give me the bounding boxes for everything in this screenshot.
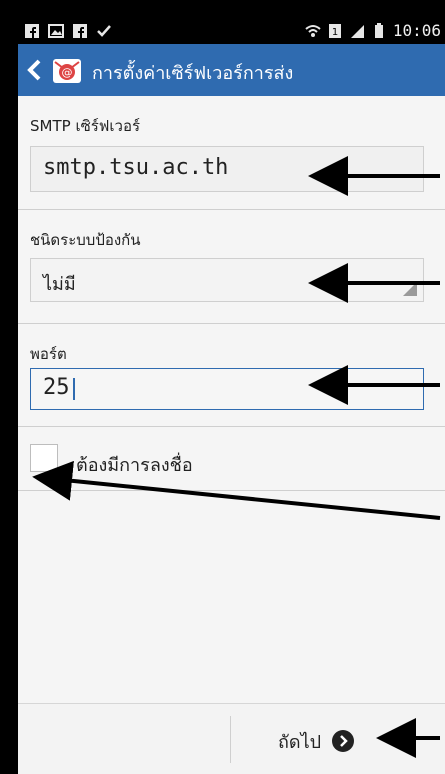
smtp-server-input[interactable]: smtp.tsu.ac.th [30, 146, 424, 192]
smtp-server-label: SMTP เซิร์ฟเวอร์ [30, 117, 141, 135]
divider [18, 323, 445, 324]
page-title: การตั้งค่าเซิร์ฟเวอร์การส่ง [92, 63, 294, 84]
port-label: พอร์ต [30, 345, 67, 363]
next-button-label: ถัดไป [278, 731, 322, 753]
device-frame: 1 10:06 @ การตั้งค่าเซิร์ฟเวอร์การส่ง SM… [0, 0, 445, 774]
image-icon [48, 23, 64, 39]
require-signin-checkbox[interactable] [30, 444, 58, 472]
chevron-left-icon [27, 59, 41, 81]
require-signin-label: ต้องมีการลงชื่อ [76, 455, 193, 476]
status-bar: 1 10:06 [18, 18, 445, 44]
system-icons: 1 10:06 [305, 21, 441, 40]
port-value: 25 [43, 375, 70, 400]
smtp-server-value: smtp.tsu.ac.th [43, 155, 229, 180]
status-time: 10:06 [392, 21, 441, 40]
port-input[interactable]: 25 [30, 368, 424, 410]
divider [18, 490, 445, 491]
bottom-bar: ถัดไป [18, 703, 445, 774]
text-cursor [73, 378, 75, 400]
screen: 1 10:06 @ การตั้งค่าเซิร์ฟเวอร์การส่ง SM… [18, 18, 445, 774]
sim-icon: 1 [327, 23, 343, 39]
security-type-select[interactable]: ไม่มี [30, 258, 424, 302]
facebook-icon [72, 23, 88, 39]
next-arrow-icon [331, 729, 355, 753]
vertical-divider [230, 716, 231, 763]
facebook-icon [24, 23, 40, 39]
next-button[interactable]: ถัดไป [278, 726, 438, 756]
email-app-icon: @ [52, 56, 82, 86]
battery-icon [371, 22, 387, 39]
notification-icons [24, 23, 112, 39]
divider [18, 209, 445, 210]
dropdown-corner-icon [403, 281, 417, 296]
svg-text:1: 1 [332, 27, 338, 38]
security-type-value: ไม่มี [43, 274, 76, 295]
action-bar: @ การตั้งค่าเซิร์ฟเวอร์การส่ง [18, 44, 445, 96]
signal-icon [349, 23, 365, 39]
back-button[interactable] [24, 58, 46, 82]
security-type-label: ชนิดระบบป้องกัน [30, 231, 141, 249]
svg-text:@: @ [62, 66, 73, 79]
divider [18, 426, 445, 427]
wifi-icon [305, 23, 321, 39]
check-icon [96, 23, 112, 39]
